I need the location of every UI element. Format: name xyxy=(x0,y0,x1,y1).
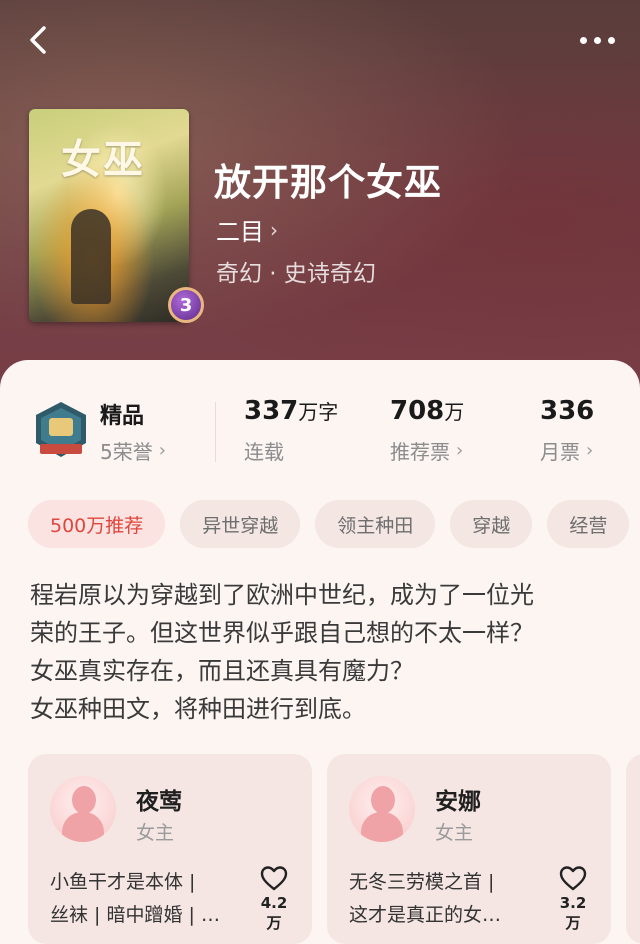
chevron-right-icon: › xyxy=(270,217,278,242)
stats-divider xyxy=(215,402,216,462)
honor-count: 5荣誉 xyxy=(100,440,153,464)
tag-item[interactable]: 500万推荐 xyxy=(28,500,166,548)
chevron-right-icon: › xyxy=(456,440,464,461)
word-count: 337万字 xyxy=(244,396,339,426)
tag-item[interactable]: 领主种田 xyxy=(315,500,436,548)
honor-link[interactable]: 5荣誉 › xyxy=(100,436,166,465)
heart-icon xyxy=(559,866,587,891)
honor-title: 精品 xyxy=(100,404,145,429)
more-options-button[interactable] xyxy=(578,26,618,54)
character-role: 女主 xyxy=(435,822,474,844)
back-button[interactable] xyxy=(24,22,54,58)
tag-item[interactable]: 异世穿越 xyxy=(180,500,301,548)
honor-medal-icon xyxy=(36,402,86,457)
rank-badge: 3 xyxy=(168,287,204,323)
tag-item[interactable]: 经营 xyxy=(547,500,630,548)
character-desc: 无冬三劳模之首 | 这才是真正的女… xyxy=(349,871,502,926)
character-avatar xyxy=(50,776,116,842)
cover-title: 女巫 xyxy=(61,136,145,183)
character-desc: 小鱼干才是本体 | 丝袜 | 暗中蹭婚 | … xyxy=(50,871,220,926)
author-name: 二目 xyxy=(216,218,264,246)
more-dots-icon xyxy=(580,37,587,44)
recommend-votes-link[interactable]: 推荐票 › xyxy=(390,436,463,465)
character-card[interactable]: 安娜 女主 无冬三劳模之首 | 这才是真正的女… 3.2万 xyxy=(327,754,611,944)
cover-figure xyxy=(71,209,111,304)
book-description[interactable]: 程岩原以为穿越到了欧洲中世纪，成为了一位光 荣的王子。但这世界似乎跟自己想的不太… xyxy=(30,576,620,728)
heart-icon xyxy=(260,866,288,891)
monthly-votes-link[interactable]: 月票 › xyxy=(540,436,593,465)
book-genre: 奇幻 · 史诗奇幻 xyxy=(216,261,376,287)
book-cover[interactable]: 女巫 xyxy=(29,109,189,322)
like-button[interactable]: 3.2万 xyxy=(553,864,593,933)
chevron-left-icon xyxy=(30,26,46,54)
character-name: 夜莺 xyxy=(136,789,182,815)
character-avatar xyxy=(349,776,415,842)
like-count: 3.2万 xyxy=(559,894,587,932)
like-button[interactable]: 4.2万 xyxy=(254,864,294,933)
serial-status: 连载 xyxy=(244,440,284,464)
character-card[interactable]: 夜莺 女主 小鱼干才是本体 | 丝袜 | 暗中蹭婚 | … 4.2万 xyxy=(28,754,312,944)
chevron-right-icon: › xyxy=(586,440,594,461)
like-count: 4.2万 xyxy=(260,894,288,932)
character-name: 安娜 xyxy=(435,789,481,815)
chevron-right-icon: › xyxy=(158,440,166,461)
tag-list: 500万推荐 异世穿越 领主种田 穿越 经营 xyxy=(28,500,630,548)
book-title: 放开那个女巫 xyxy=(214,161,442,204)
author-link[interactable]: 二目 › xyxy=(216,212,278,247)
character-role: 女主 xyxy=(136,822,175,844)
tag-item[interactable]: 穿越 xyxy=(450,500,533,548)
monthly-votes: 336 xyxy=(540,396,595,426)
character-card-partial[interactable] xyxy=(626,754,640,944)
recommend-votes: 708万 xyxy=(390,396,465,426)
